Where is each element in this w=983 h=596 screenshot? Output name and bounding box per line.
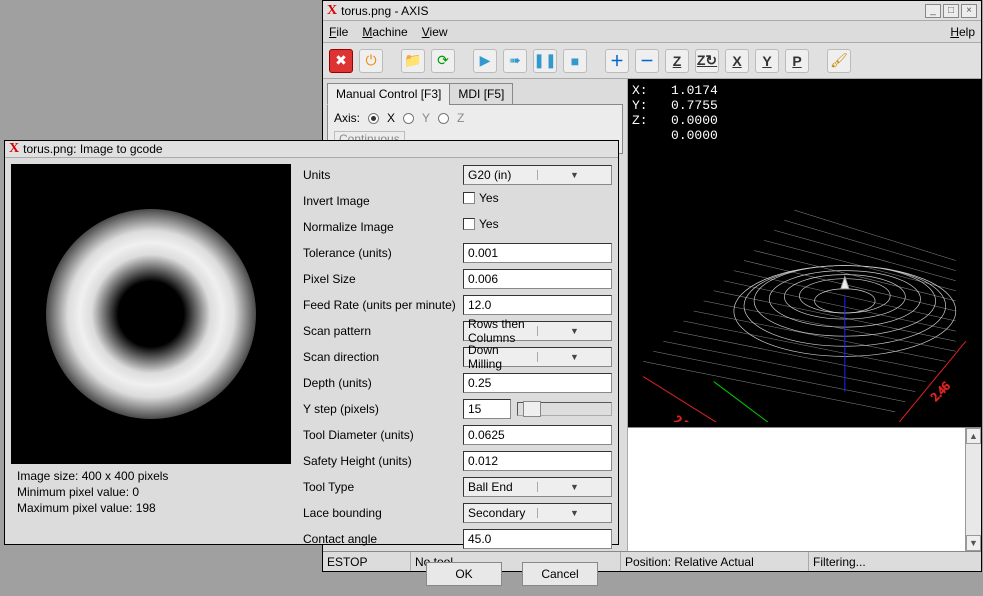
close-button[interactable]: × [961,4,977,18]
axis-titlebar[interactable]: X torus.png - AXIS _ □ × [323,1,981,21]
pause-icon[interactable]: ❚❚ [533,49,557,73]
tab-manual-control[interactable]: Manual Control [F3] [327,83,450,105]
reload-icon[interactable]: ⟳ [431,49,455,73]
select-units[interactable]: G20 (in)▼ [463,165,612,185]
3d-preview[interactable]: X: 1.0174 Y: 0.7755 Z: 0.0000 0.0000 [628,79,981,427]
label-lace: Lace bounding [303,506,463,520]
chevron-down-icon: ▼ [537,326,611,336]
checkbox-invert[interactable]: Yes [463,191,612,205]
label-feedrate: Feed Rate (units per minute) [303,298,463,312]
scroll-down-icon[interactable]: ▼ [966,535,981,551]
menu-help[interactable]: Help [950,25,975,39]
gcode-listing: ▲ ▼ [628,427,981,551]
label-scanpattern: Scan pattern [303,324,463,338]
label-depth: Depth (units) [303,376,463,390]
checkbox-normalize[interactable]: Yes [463,217,612,231]
input-safety[interactable] [463,451,612,471]
axis-z-label: Z [457,111,464,125]
stop-icon[interactable]: ■ [563,49,587,73]
step-icon[interactable]: ➠ [503,49,527,73]
toolbar: ✖ ⏻ 📁 ⟳ ▶ ➠ ❚❚ ■ ＋ － Z Z↻ X Y P 🖌 [323,43,981,79]
axis-x-label: X [387,111,395,125]
dialog-title: torus.png: Image to gcode [23,142,614,156]
label-tolerance: Tolerance (units) [303,246,463,260]
status-filter: Filtering... [809,552,981,571]
estop-icon[interactable]: ✖ [329,49,353,73]
cancel-button[interactable]: Cancel [522,562,598,586]
settings-form: Units G20 (in)▼ Invert Image Yes Normali… [303,164,612,550]
info-min: Minimum pixel value: 0 [17,484,285,500]
input-contact[interactable] [463,529,612,549]
chevron-down-icon: ▼ [537,508,611,518]
view-y-icon[interactable]: Y [755,49,779,73]
select-lace[interactable]: Secondary▼ [463,503,612,523]
select-tooltype[interactable]: Ball End▼ [463,477,612,497]
input-depth[interactable] [463,373,612,393]
image-preview [11,164,291,464]
clear-plot-icon[interactable]: 🖌 [827,49,851,73]
menu-file[interactable]: File [329,25,348,39]
axis-z-radio[interactable] [438,113,449,124]
select-scandir[interactable]: Down Milling▼ [463,347,612,367]
view-z-icon[interactable]: Z [665,49,689,73]
info-size: Image size: 400 x 400 pixels [17,468,285,484]
input-ystep[interactable] [463,399,511,419]
scrollbar[interactable]: ▲ ▼ [965,428,981,551]
power-icon[interactable]: ⏻ [359,49,383,73]
label-invert: Invert Image [303,194,463,208]
menu-view[interactable]: View [422,25,448,39]
torus-depthmap [46,209,256,419]
view-p-icon[interactable]: P [785,49,809,73]
input-feedrate[interactable] [463,295,612,315]
input-tolerance[interactable] [463,243,612,263]
play-icon[interactable]: ▶ [473,49,497,73]
zoom-out-icon[interactable]: － [635,49,659,73]
label-normalize: Normalize Image [303,220,463,234]
label-safety: Safety Height (units) [303,454,463,468]
dialog-titlebar[interactable]: X torus.png: Image to gcode [5,141,618,158]
view-zrot-icon[interactable]: Z↻ [695,49,719,73]
tab-mdi[interactable]: MDI [F5] [449,83,513,105]
view-x-icon[interactable]: X [725,49,749,73]
chevron-down-icon: ▼ [537,170,611,180]
label-tooltype: Tool Type [303,480,463,494]
label-ystep: Y step (pixels) [303,402,463,416]
input-pixelsize[interactable] [463,269,612,289]
label-pixelsize: Pixel Size [303,272,463,286]
svg-text:2.34: 2.34 [672,413,697,422]
axis-label: Axis: [334,111,360,125]
info-max: Maximum pixel value: 198 [17,500,285,516]
axis-y-radio[interactable] [403,113,414,124]
slider-ystep[interactable] [517,402,612,416]
scroll-up-icon[interactable]: ▲ [966,428,981,444]
image-to-gcode-dialog: X torus.png: Image to gcode Image size: … [4,140,619,545]
menu-machine[interactable]: Machine [362,25,407,39]
dialog-buttons: OK Cancel [5,556,618,596]
label-tooldia: Tool Diameter (units) [303,428,463,442]
axis-title: torus.png - AXIS [341,4,921,18]
maximize-button[interactable]: □ [943,4,959,18]
input-tooldia[interactable] [463,425,612,445]
image-info: Image size: 400 x 400 pixels Minimum pix… [11,464,291,521]
chevron-down-icon: ▼ [537,352,611,362]
label-contact: Contact angle [303,532,463,546]
label-scandir: Scan direction [303,350,463,364]
zoom-in-icon[interactable]: ＋ [605,49,629,73]
label-units: Units [303,168,463,182]
axis-y-label: Y [422,111,430,125]
status-position: Position: Relative Actual [621,552,809,571]
menubar: File Machine View Help [323,21,981,43]
select-scanpattern[interactable]: Rows then Columns▼ [463,321,612,341]
chevron-down-icon: ▼ [537,482,611,492]
minimize-button[interactable]: _ [925,4,941,18]
ok-button[interactable]: OK [426,562,502,586]
toolpath-plot: 2.34 2.46 [628,79,981,422]
app-icon: X [9,141,19,157]
axis-x-radio[interactable] [368,113,379,124]
app-icon: X [327,3,337,19]
open-folder-icon[interactable]: 📁 [401,49,425,73]
